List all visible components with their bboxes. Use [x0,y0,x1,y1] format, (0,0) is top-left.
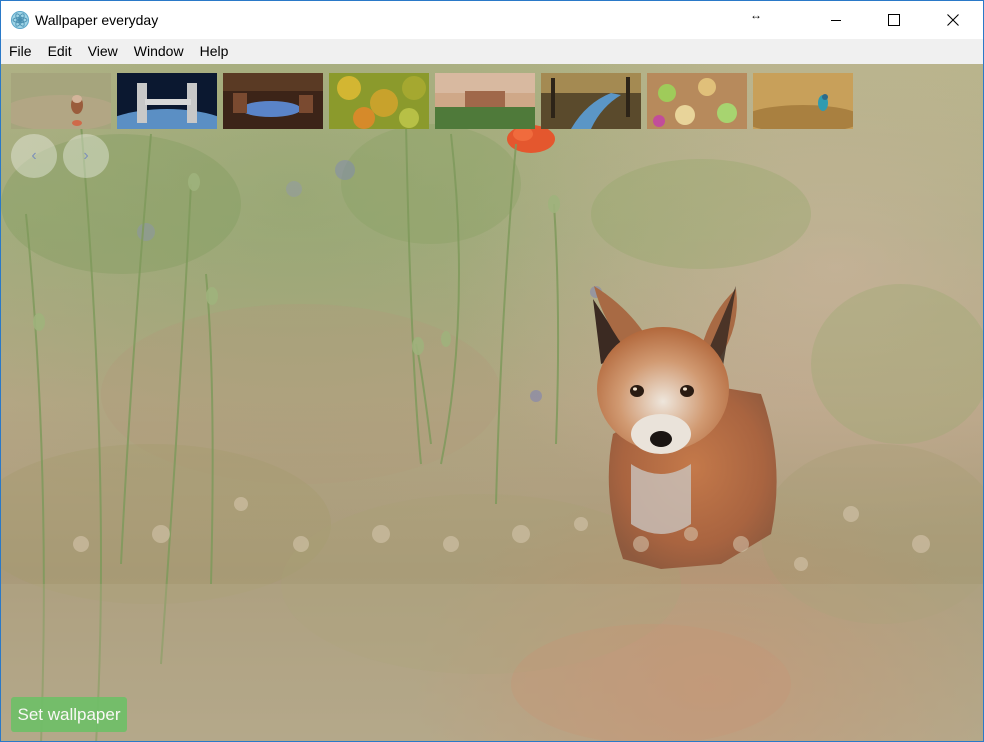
thumbnail-river-forest[interactable] [541,73,641,129]
thumbnail-space-station[interactable] [117,73,217,129]
window-title: Wallpaper everyday [35,12,159,28]
wallpaper-image [1,64,983,741]
thumbnail-shells[interactable] [647,73,747,129]
chevron-right-icon: › [83,147,89,164]
menu-help[interactable]: Help [192,39,237,64]
wallpaper-preview: ‹ › Set wallpaper [1,64,983,741]
menu-edit[interactable]: Edit [40,39,80,64]
minimize-icon [831,20,841,21]
chevron-left-icon: ‹ [31,147,37,164]
close-icon [947,14,959,26]
thumbnail-ruins[interactable] [435,73,535,129]
minimize-button[interactable] [807,1,865,39]
next-button[interactable]: › [63,134,109,178]
thumbnail-room[interactable] [223,73,323,129]
maximize-icon [888,14,900,26]
thumbnail-bird[interactable] [753,73,853,129]
app-icon [11,11,29,29]
menu-bar: File Edit View Window Help [1,39,983,64]
previous-button[interactable]: ‹ [11,134,57,178]
thumbnail-autumn-leaves[interactable] [329,73,429,129]
set-wallpaper-button[interactable]: Set wallpaper [11,697,127,732]
thumbnail-fox[interactable] [11,73,111,129]
resize-cursor-icon: ↔ [750,8,762,22]
title-bar[interactable]: Wallpaper everyday ↔ [1,1,983,39]
close-button[interactable] [924,1,982,39]
menu-file[interactable]: File [1,39,40,64]
app-window: Wallpaper everyday ↔ File Edit View Wind… [0,0,984,742]
thumbnail-strip [11,73,853,130]
menu-window[interactable]: Window [126,39,192,64]
menu-view[interactable]: View [80,39,126,64]
maximize-button[interactable] [865,1,923,39]
